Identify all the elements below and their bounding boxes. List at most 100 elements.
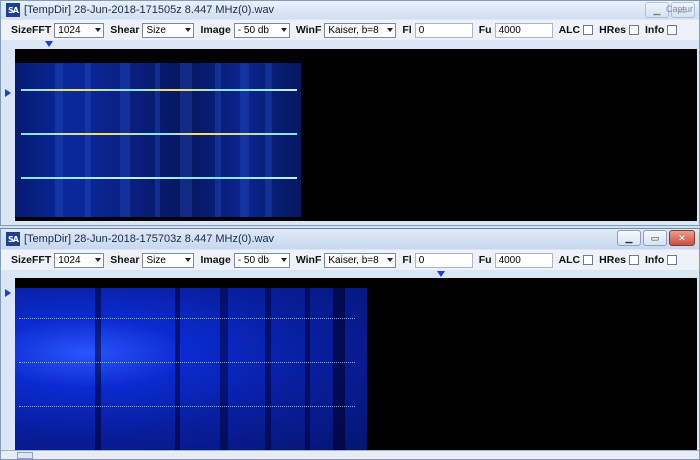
fl-label: Fl [402, 254, 412, 266]
signal-column [265, 288, 271, 451]
spectrogram-canvas[interactable] [15, 49, 697, 221]
winf-select[interactable]: Kaiser, b=8 [324, 22, 397, 38]
title-bar[interactable]: SA [TempDir] 28-Jun-2018-175703z 8.447 M… [1, 229, 699, 249]
fu-label: Fu [478, 254, 492, 266]
winf-label: WinF [295, 254, 322, 266]
info-label: Info [645, 24, 665, 36]
sizefft-value: 1024 [58, 24, 81, 36]
signal-column [155, 63, 160, 217]
chevron-down-icon [95, 258, 102, 262]
shear-value: Size [146, 254, 166, 266]
time-marker[interactable] [5, 289, 11, 297]
winf-value: Kaiser, b=8 [328, 24, 379, 36]
minimize-button[interactable]: ▁ [617, 230, 641, 246]
carrier-line [21, 89, 297, 91]
minimize-icon: ▁ [653, 4, 661, 15]
fu-input[interactable]: 4000 [494, 22, 553, 38]
scrollbar-thumb[interactable] [17, 452, 33, 459]
window-controls: ▁ ▭ ✕ [617, 230, 695, 246]
chevron-down-icon [185, 28, 192, 32]
carrier-line [19, 362, 355, 364]
sizefft-select[interactable]: 1024 [54, 252, 105, 268]
sa-app-icon[interactable]: SA [6, 232, 20, 246]
maximize-button[interactable]: ▭ [643, 230, 667, 246]
info-checkbox[interactable] [667, 25, 678, 35]
maximize-icon: ▭ [650, 232, 660, 243]
chevron-down-icon [280, 28, 287, 32]
chevron-down-icon [387, 28, 394, 32]
carrier-line [21, 133, 297, 135]
frequency-marker[interactable] [45, 41, 53, 47]
hres-checkbox[interactable] [629, 25, 640, 35]
close-button[interactable]: ✕ [669, 230, 695, 246]
title-bar[interactable]: SA [TempDir] 28-Jun-2018-171505z 8.447 M… [1, 1, 699, 19]
chevron-down-icon [280, 258, 287, 262]
image-select[interactable]: - 50 db [233, 252, 290, 268]
signal-column [220, 288, 228, 451]
signal-column [95, 288, 101, 451]
signal-column [180, 63, 192, 217]
winf-value: Kaiser, b=8 [328, 254, 379, 266]
signal-column [305, 288, 310, 451]
chevron-down-icon [185, 258, 192, 262]
window-title: [TempDir] 28-Jun-2018-175703z 8.447 MHz(… [24, 233, 275, 245]
caption-label: Captur [665, 4, 693, 14]
alc-checkbox[interactable] [583, 255, 594, 265]
horizontal-scrollbar[interactable] [1, 450, 699, 459]
image-value: - 50 db [237, 24, 269, 36]
frequency-marker[interactable] [437, 271, 445, 277]
signal-column [240, 63, 249, 217]
toolbar: SizeFFT 1024 Shear Size Image - 50 db Wi… [1, 20, 699, 40]
image-value: - 50 db [237, 254, 269, 266]
fu-label: Fu [478, 24, 492, 36]
hres-checkbox[interactable] [629, 255, 640, 265]
toolbar: SizeFFT 1024 Shear Size Image - 50 db Wi… [1, 250, 699, 270]
signal-column [55, 63, 63, 217]
sizefft-select[interactable]: 1024 [54, 22, 105, 38]
spectrogram-image [15, 63, 301, 217]
carrier-line [19, 318, 355, 320]
image-select[interactable]: - 50 db [233, 22, 290, 38]
spectrogram-canvas[interactable] [15, 278, 697, 451]
shear-label: Shear [110, 24, 140, 36]
info-checkbox[interactable] [667, 255, 678, 265]
close-icon: ✕ [678, 232, 686, 243]
signal-column [265, 63, 272, 217]
fu-input[interactable]: 4000 [494, 252, 553, 268]
winf-select[interactable]: Kaiser, b=8 [324, 252, 397, 268]
time-marker[interactable] [5, 89, 11, 97]
hres-label: HRes [599, 254, 627, 266]
winf-label: WinF [295, 24, 322, 36]
image-label: Image [200, 24, 231, 36]
alc-checkbox[interactable] [583, 25, 594, 35]
sizefft-label: SizeFFT [11, 254, 52, 266]
alc-label: ALC [558, 24, 581, 36]
signal-column [175, 288, 180, 451]
fl-input[interactable]: 0 [414, 22, 473, 38]
minimize-icon: ▁ [625, 232, 633, 243]
window-title: [TempDir] 28-Jun-2018-171505z 8.447 MHz(… [24, 4, 275, 16]
chevron-down-icon [387, 258, 394, 262]
fl-label: Fl [402, 24, 412, 36]
carrier-line [19, 406, 355, 408]
hres-label: HRes [599, 24, 627, 36]
signal-column [333, 288, 345, 451]
info-label: Info [645, 254, 665, 266]
fl-value: 0 [418, 254, 425, 266]
spectrogram-image [15, 288, 367, 451]
signal-column [215, 63, 221, 217]
shear-label: Shear [110, 254, 140, 266]
spectrogram-window-2: SA [TempDir] 28-Jun-2018-175703z 8.447 M… [0, 228, 700, 460]
shear-select[interactable]: Size [142, 22, 195, 38]
fl-value: 0 [418, 24, 425, 36]
sizefft-value: 1024 [58, 254, 81, 266]
sizefft-label: SizeFFT [11, 24, 52, 36]
shear-select[interactable]: Size [142, 252, 195, 268]
image-label: Image [200, 254, 231, 266]
fu-value: 4000 [498, 24, 521, 36]
alc-label: ALC [558, 254, 581, 266]
fl-input[interactable]: 0 [414, 252, 473, 268]
signal-column [120, 63, 130, 217]
sa-app-icon[interactable]: SA [6, 3, 20, 17]
carrier-line [21, 177, 297, 179]
